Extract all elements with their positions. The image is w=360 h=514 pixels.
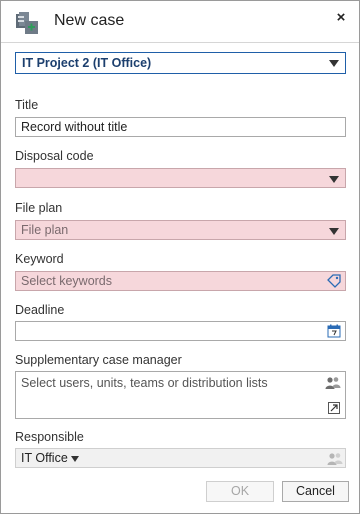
title-label: Title (15, 98, 39, 112)
title-input-value: Record without title (21, 120, 128, 134)
dialog-titlebar: New case × (1, 1, 359, 43)
disposal-code-select[interactable] (15, 168, 346, 188)
file-plan-select[interactable]: File plan (15, 220, 346, 240)
calendar-icon[interactable] (327, 324, 341, 338)
dialog-title: New case (54, 12, 125, 29)
file-plan-label: File plan (15, 201, 63, 215)
chevron-down-icon[interactable] (329, 228, 339, 235)
cancel-button[interactable]: Cancel (282, 481, 349, 502)
case-folder-icon (15, 11, 39, 35)
new-case-dialog: New case × IT Project 2 (IT Office) Titl… (0, 0, 360, 514)
responsible-value: IT Office (21, 451, 68, 465)
ok-button[interactable]: OK (206, 481, 274, 502)
responsible-value-wrap[interactable]: IT Office (21, 451, 79, 465)
tag-icon[interactable] (327, 274, 341, 288)
users-icon (327, 452, 343, 466)
project-select-value: IT Project 2 (IT Office) (22, 56, 152, 70)
deadline-label: Deadline (15, 303, 65, 317)
title-input[interactable]: Record without title (15, 117, 346, 137)
close-icon[interactable]: × (331, 9, 351, 29)
responsible-field[interactable]: IT Office (15, 448, 346, 468)
file-plan-placeholder: File plan (21, 223, 69, 237)
keyword-label: Keyword (15, 252, 64, 266)
keyword-input[interactable]: Select keywords (15, 271, 346, 291)
chevron-down-icon[interactable] (329, 176, 339, 183)
project-select[interactable]: IT Project 2 (IT Office) (15, 52, 346, 74)
supplementary-case-manager-input[interactable]: Select users, units, teams or distributi… (15, 371, 346, 419)
disposal-code-label: Disposal code (15, 149, 94, 163)
expand-icon[interactable] (328, 401, 340, 414)
supplementary-case-manager-label: Supplementary case manager (15, 353, 182, 367)
users-icon[interactable] (325, 376, 341, 390)
supplementary-placeholder: Select users, units, teams or distributi… (21, 376, 268, 390)
responsible-label: Responsible (15, 430, 84, 444)
chevron-down-icon[interactable] (329, 60, 339, 67)
deadline-input[interactable] (15, 321, 346, 341)
chevron-down-icon[interactable] (70, 455, 79, 462)
keyword-placeholder: Select keywords (21, 274, 113, 288)
